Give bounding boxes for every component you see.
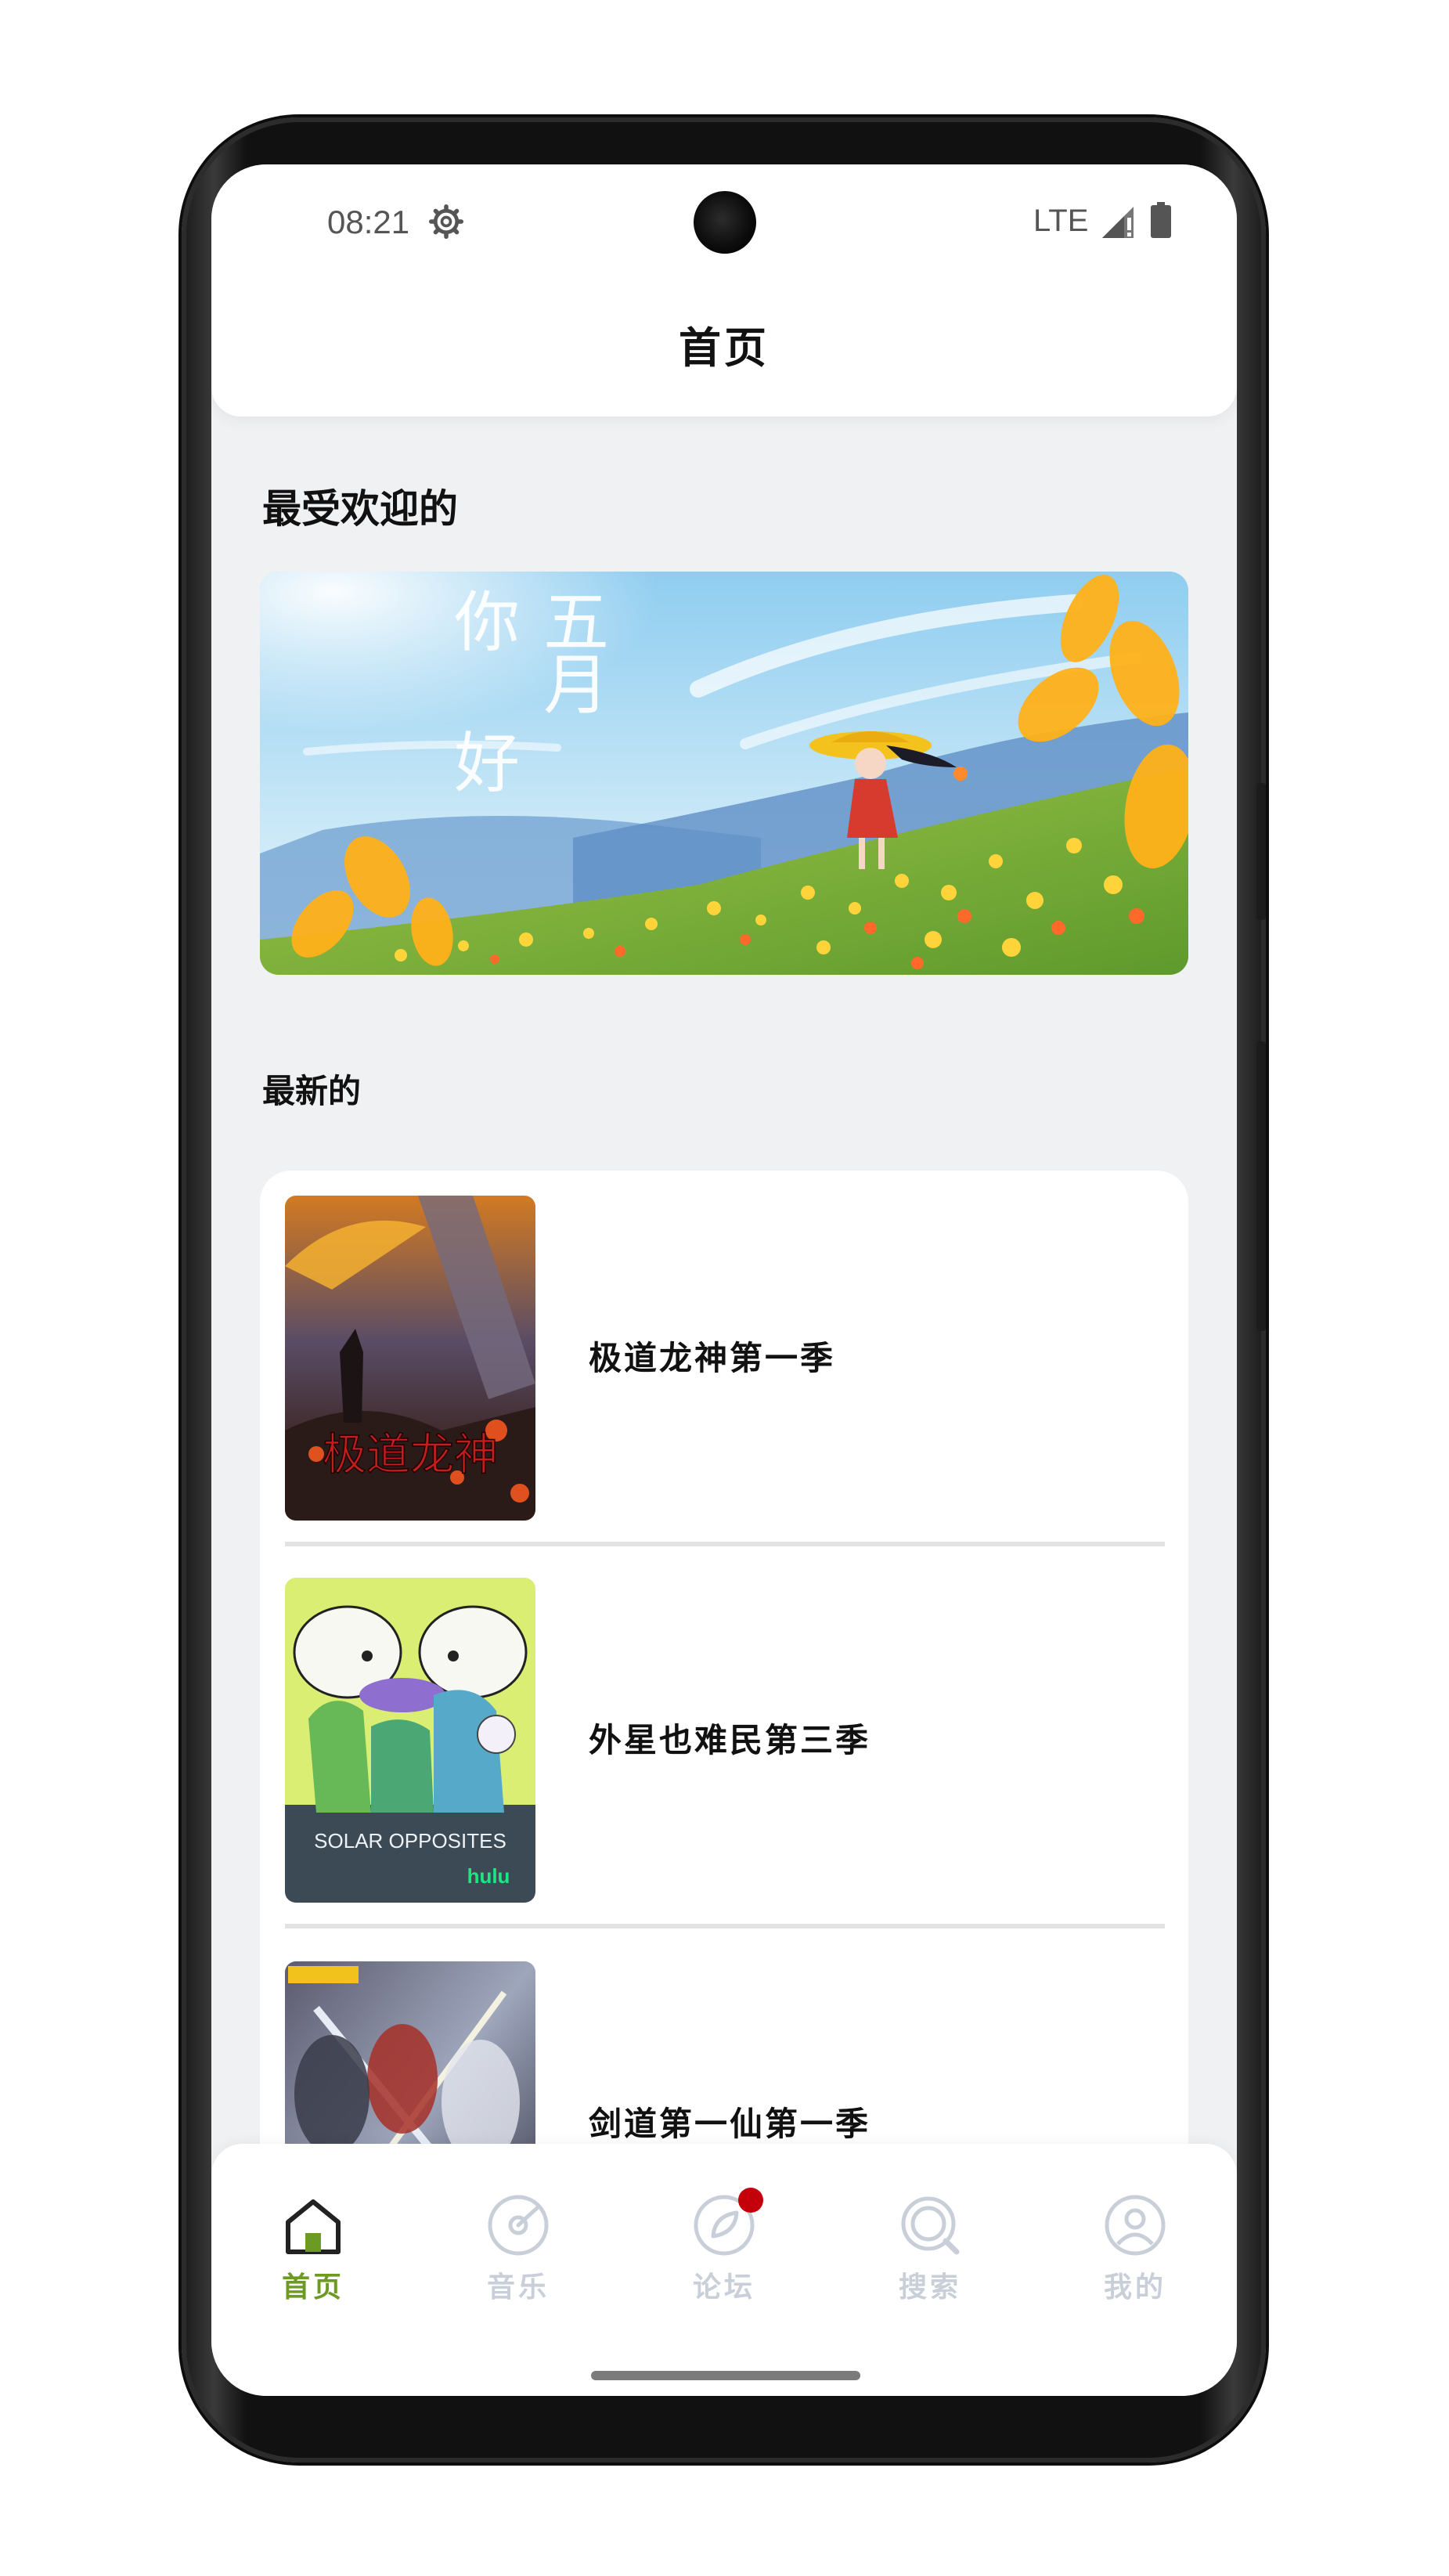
banner-headline-char: 月 <box>543 647 610 723</box>
music-disc-icon <box>488 2195 549 2256</box>
banner-headline-char: 你 <box>454 584 521 661</box>
divider <box>285 1542 1165 1546</box>
search-icon <box>901 2196 960 2255</box>
home-indicator[interactable] <box>591 2371 860 2380</box>
nav-label: 音乐 <box>486 2271 550 2304</box>
nav-label: 我的 <box>1103 2271 1166 2304</box>
nav-item-music[interactable]: 音乐 <box>440 2192 597 2310</box>
settings-gear-icon <box>429 204 463 239</box>
nav-label: 首页 <box>281 2271 344 2304</box>
popular-banner[interactable]: 你 好 五 月 <box>260 572 1188 975</box>
nav-item-profile[interactable]: 我的 <box>1057 2192 1213 2310</box>
battery-icon <box>1151 202 1171 238</box>
popular-section-title: 最受欢迎的 <box>262 486 458 532</box>
signal-icon <box>1102 207 1134 238</box>
divider <box>285 1924 1165 1928</box>
svg-text:极道龙神: 极道龙神 <box>323 1430 498 1481</box>
list-item[interactable]: 极道龙神 极道龙神第一季 <box>285 1196 1165 1521</box>
poster-thumbnail: 极道龙神 <box>285 1196 535 1521</box>
home-icon <box>286 2199 341 2254</box>
page-title: 首页 <box>679 323 770 373</box>
status-time: 08:21 <box>327 204 410 240</box>
svg-text:hulu: hulu <box>467 1864 510 1888</box>
nav-label: 搜索 <box>898 2271 961 2304</box>
power-button <box>1256 783 1266 920</box>
profile-icon <box>1105 2195 1166 2256</box>
nav-item-forum[interactable]: 论坛 <box>646 2188 802 2310</box>
poster-thumbnail: SOLAR OPPOSITES hulu <box>285 1578 535 1903</box>
list-item-title: 极道龙神第一季 <box>589 1339 836 1377</box>
nav-item-home[interactable]: 首页 <box>235 2192 391 2310</box>
banner-headline-char: 好 <box>454 725 521 802</box>
top-app-bar: 08:21 LTE 首页 <box>211 164 1237 417</box>
notification-badge <box>738 2188 763 2213</box>
network-type: LTE <box>1033 204 1089 238</box>
volume-button <box>1256 1041 1266 1331</box>
list-item[interactable]: SOLAR OPPOSITES hulu 外星也难民第三季 <box>285 1578 1165 1903</box>
banner-illustration <box>260 572 1188 975</box>
bottom-navigation: 首页 音乐 论坛 搜索 我的 <box>211 2144 1237 2396</box>
list-item-title: 外星也难民第三季 <box>589 1721 871 1759</box>
svg-text:SOLAR OPPOSITES: SOLAR OPPOSITES <box>314 1829 506 1853</box>
nav-label: 论坛 <box>692 2271 755 2304</box>
latest-section-title: 最新的 <box>262 1072 362 1110</box>
front-camera <box>694 191 756 254</box>
nav-item-search[interactable]: 搜索 <box>852 2192 1008 2310</box>
screen: 08:21 LTE 首页 最受欢迎的 你 好 五 月 最新的 极道龙神 极道龙神… <box>211 164 1237 2396</box>
